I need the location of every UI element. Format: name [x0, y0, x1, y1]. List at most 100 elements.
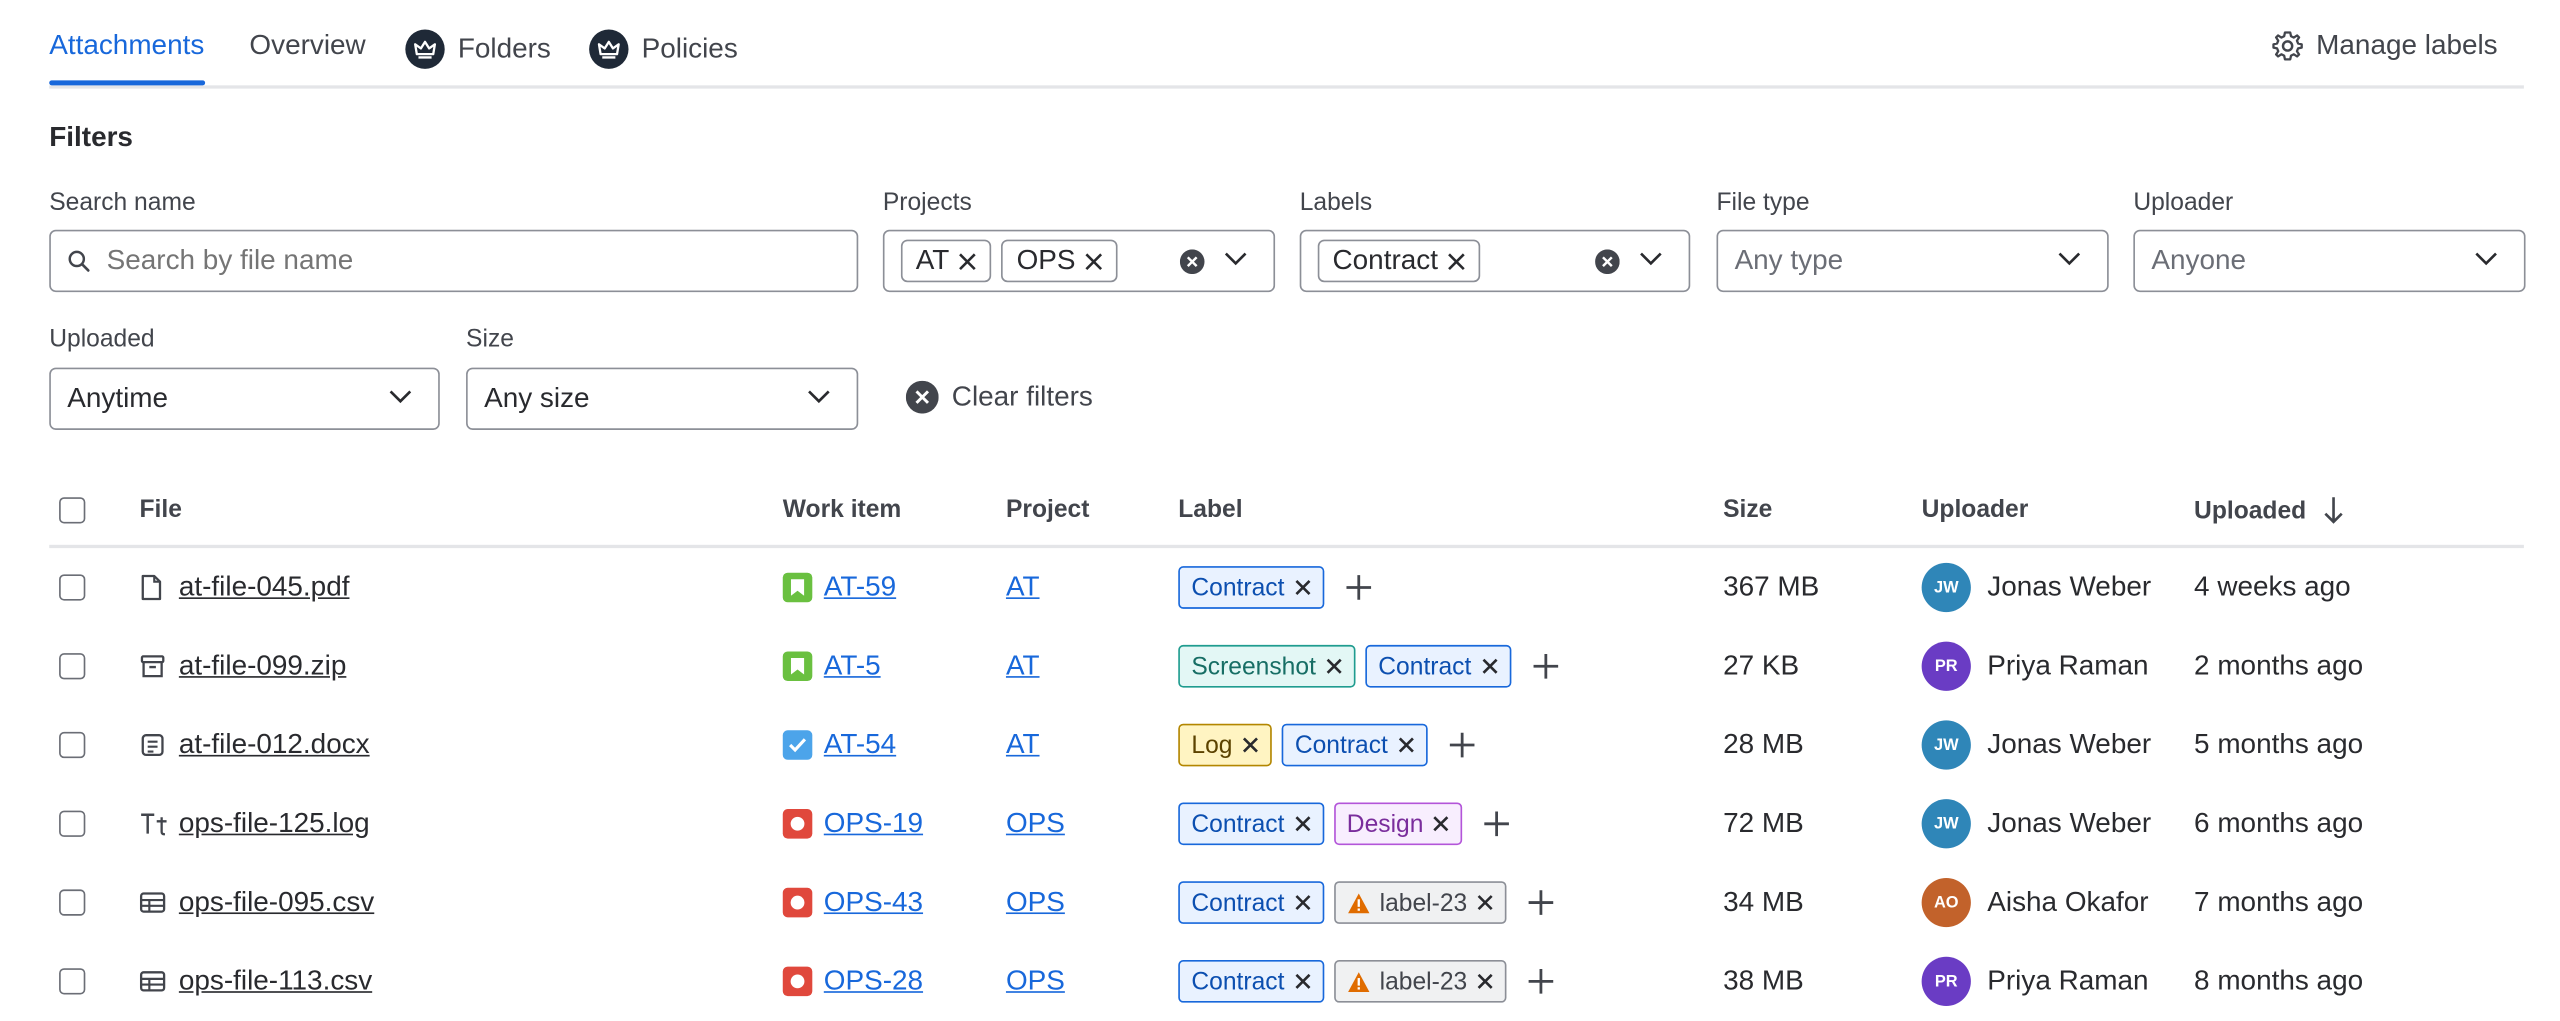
uploader-cell: JW Jonas Weber	[1921, 784, 2151, 863]
project-link[interactable]: AT	[1006, 650, 1040, 683]
tab-label: Policies	[641, 32, 738, 64]
label-lozenge[interactable]: Contract	[1178, 566, 1324, 609]
remove-label-icon[interactable]	[1398, 737, 1414, 753]
size-select[interactable]: Any size	[466, 367, 859, 430]
column-header-uploader[interactable]: Uploader	[1922, 496, 2029, 524]
project-link[interactable]: OPS	[1006, 807, 1065, 840]
remove-label-icon[interactable]	[1477, 894, 1493, 911]
remove-label-icon[interactable]	[1294, 579, 1310, 595]
uploader-cell: JW Jonas Weber	[1921, 548, 2151, 627]
column-header-project[interactable]: Project	[1006, 496, 1089, 524]
project-link[interactable]: AT	[1006, 571, 1040, 604]
column-header-uploaded[interactable]: Uploaded	[2194, 496, 2346, 526]
remove-label-icon[interactable]	[1477, 973, 1493, 989]
row-checkbox[interactable]	[59, 968, 86, 995]
column-header-file[interactable]: File	[139, 496, 181, 524]
label-text: Screenshot	[1191, 652, 1316, 681]
remove-label-icon[interactable]	[1294, 973, 1310, 989]
add-label-icon[interactable]	[1483, 809, 1513, 839]
row-checkbox[interactable]	[59, 574, 86, 601]
column-header-work-item[interactable]: Work item	[783, 496, 902, 524]
remove-label-icon[interactable]	[1294, 894, 1310, 911]
add-label-icon[interactable]	[1530, 651, 1560, 681]
avatar[interactable]: PR	[1921, 956, 1971, 1006]
row-checkbox[interactable]	[59, 731, 86, 759]
label-lozenge[interactable]: Contract	[1178, 881, 1324, 924]
avatar[interactable]: PR	[1921, 641, 1971, 691]
row-checkbox[interactable]	[59, 810, 86, 837]
row-checkbox[interactable]	[59, 653, 86, 680]
labels-select[interactable]: Contract	[1299, 229, 1691, 293]
project-link[interactable]: OPS	[1006, 965, 1065, 998]
remove-label-icon[interactable]	[1481, 658, 1497, 674]
crown-icon	[405, 29, 445, 69]
remove-chip-icon[interactable]	[1085, 252, 1103, 270]
tab-overview[interactable]: Overview	[249, 30, 365, 63]
clear-selection-icon[interactable]	[1595, 249, 1620, 275]
label-lozenge[interactable]: Screenshot	[1178, 644, 1356, 688]
remove-label-icon[interactable]	[1433, 816, 1449, 832]
manage-labels-button[interactable]: Manage labels	[2272, 30, 2498, 63]
remove-chip-icon[interactable]	[959, 252, 977, 270]
sort-descending-icon	[2323, 496, 2346, 526]
remove-label-icon[interactable]	[1326, 658, 1342, 674]
tab-attachments[interactable]: Attachments	[49, 29, 205, 86]
select-all-checkbox[interactable]	[59, 497, 86, 524]
uploaded-select[interactable]: Anytime	[49, 367, 440, 430]
project-cell: AT	[1006, 706, 1040, 785]
work-item-link[interactable]: OPS-43	[824, 886, 923, 919]
uploader-select[interactable]: Anyone	[2133, 229, 2526, 293]
file-link[interactable]: ops-file-113.csv	[179, 965, 372, 998]
clear-filters-button[interactable]: Clear filters	[905, 380, 1093, 414]
file-link[interactable]: ops-file-125.log	[179, 807, 370, 840]
label-cell: Contract label-23	[1178, 863, 1556, 942]
label-lozenge[interactable]: Contract	[1178, 959, 1324, 1003]
add-label-icon[interactable]	[1526, 967, 1556, 997]
file-link[interactable]: ops-file-095.csv	[179, 886, 374, 919]
project-link[interactable]: AT	[1006, 729, 1040, 762]
label-lozenge[interactable]: Contract	[1365, 644, 1511, 688]
uploaded-cell: 5 months ago	[2194, 728, 2364, 760]
file-link[interactable]: at-file-099.zip	[179, 650, 346, 683]
avatar[interactable]: JW	[1921, 799, 1971, 849]
add-label-icon[interactable]	[1526, 888, 1556, 918]
add-label-icon[interactable]	[1447, 730, 1477, 760]
tab-label: Attachments	[49, 29, 205, 61]
uploaded-value: Anytime	[67, 382, 169, 414]
file-link[interactable]: at-file-012.docx	[179, 729, 370, 762]
label-cell: Contract label-23	[1178, 942, 1556, 1021]
search-input[interactable]	[103, 242, 800, 279]
avatar[interactable]: JW	[1921, 562, 1971, 613]
column-header-size[interactable]: Size	[1723, 496, 1772, 524]
label-lozenge[interactable]: Contract	[1281, 723, 1428, 767]
clear-selection-icon[interactable]	[1179, 249, 1205, 275]
file-cell: at-file-045.pdf	[139, 548, 349, 627]
label-lozenge[interactable]: Design	[1333, 802, 1463, 846]
file-type-select[interactable]: Any type	[1716, 229, 2109, 293]
file-link[interactable]: at-file-045.pdf	[179, 571, 350, 604]
remove-label-icon[interactable]	[1242, 737, 1259, 753]
remove-chip-icon[interactable]	[1448, 252, 1466, 270]
project-link[interactable]: OPS	[1006, 886, 1065, 919]
work-item-link[interactable]: AT-54	[824, 729, 896, 762]
work-item-link[interactable]: OPS-28	[824, 965, 923, 998]
work-item-link[interactable]: OPS-19	[824, 807, 923, 840]
remove-label-icon[interactable]	[1294, 816, 1310, 832]
avatar[interactable]: AO	[1921, 877, 1971, 928]
chevron-down-icon	[1639, 251, 1662, 266]
projects-select[interactable]: AT OPS	[882, 229, 1276, 293]
add-label-icon[interactable]	[1344, 573, 1374, 603]
work-item-link[interactable]: AT-59	[824, 571, 896, 604]
label-text: Contract	[1191, 573, 1285, 602]
tab-folders[interactable]: Folders	[405, 29, 551, 69]
label-lozenge[interactable]: Log	[1178, 723, 1272, 767]
label-lozenge[interactable]: Contract	[1178, 802, 1324, 846]
row-checkbox[interactable]	[59, 889, 86, 916]
avatar[interactable]: JW	[1921, 720, 1971, 770]
tab-policies[interactable]: Policies	[589, 29, 738, 69]
label-lozenge[interactable]: label-23	[1333, 881, 1507, 924]
work-item-cell: AT-5	[782, 627, 881, 706]
column-header-label[interactable]: Label	[1178, 496, 1242, 524]
work-item-link[interactable]: AT-5	[824, 650, 881, 683]
label-lozenge[interactable]: label-23	[1333, 959, 1507, 1003]
